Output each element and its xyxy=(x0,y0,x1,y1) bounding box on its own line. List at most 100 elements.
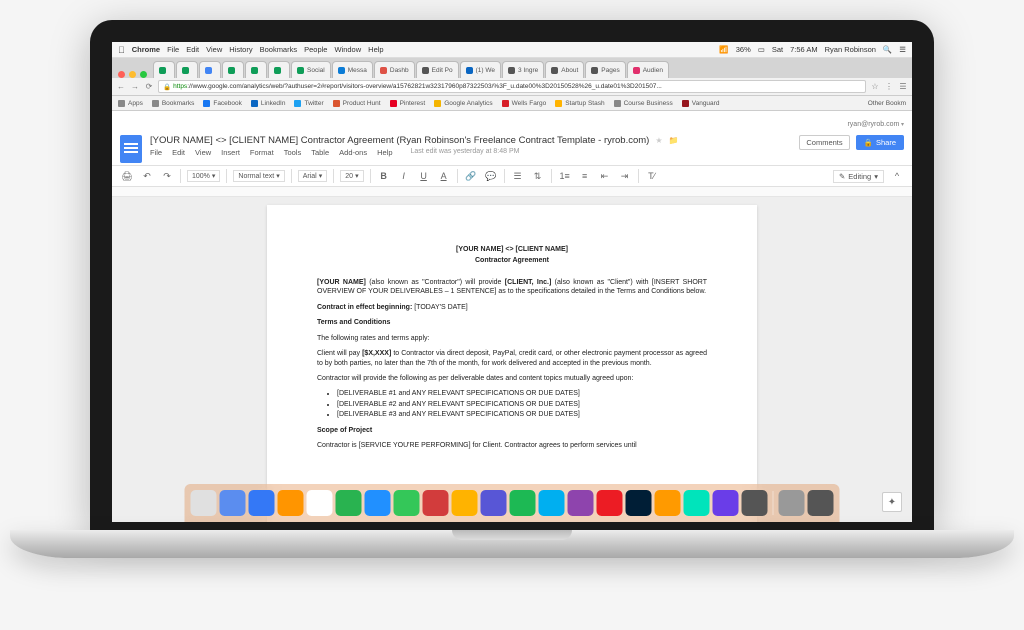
apple-menu[interactable]:  xyxy=(118,45,125,55)
app-name[interactable]: Chrome xyxy=(132,45,160,54)
docs-menu-help[interactable]: Help xyxy=(377,148,392,157)
menu-file[interactable]: File xyxy=(167,45,179,54)
dock-app-icon[interactable] xyxy=(307,490,333,516)
dock-app-icon[interactable] xyxy=(278,490,304,516)
dock-app-icon[interactable] xyxy=(597,490,623,516)
docs-menu-addons[interactable]: Add-ons xyxy=(339,148,367,157)
dock-app-icon[interactable] xyxy=(336,490,362,516)
chrome-menu-icon[interactable]: ☰ xyxy=(898,82,908,92)
other-bookmarks[interactable]: Other Bookm xyxy=(868,100,906,107)
browser-tab[interactable] xyxy=(199,61,221,78)
bookmark-item[interactable]: Google Analytics xyxy=(434,100,492,107)
outdent-icon[interactable]: ⇤ xyxy=(598,169,612,183)
address-bar[interactable]: 🔒 https ://www.google.com/analytics/web/… xyxy=(158,80,866,93)
browser-tab[interactable]: Audien xyxy=(627,61,669,78)
link-icon[interactable]: 🔗 xyxy=(464,169,478,183)
docs-menu-insert[interactable]: Insert xyxy=(221,148,240,157)
bookmark-item[interactable]: Twitter xyxy=(294,100,323,107)
undo-icon[interactable]: ↶ xyxy=(140,169,154,183)
bookmark-item[interactable]: Startup Stash xyxy=(555,100,604,107)
underline-button[interactable]: U xyxy=(417,169,431,183)
maximize-window[interactable] xyxy=(140,71,147,78)
menu-view[interactable]: View xyxy=(206,45,222,54)
docs-menu-edit[interactable]: Edit xyxy=(172,148,185,157)
browser-tab[interactable]: 3 Ingre xyxy=(502,61,544,78)
share-button[interactable]: 🔒Share xyxy=(856,135,904,150)
bookmark-item[interactable]: LinkedIn xyxy=(251,100,286,107)
line-spacing-icon[interactable]: ⇅ xyxy=(531,169,545,183)
browser-tab[interactable]: About xyxy=(545,61,584,78)
dock-app-icon[interactable] xyxy=(249,490,275,516)
close-window[interactable] xyxy=(118,71,125,78)
document-page[interactable]: [YOUR NAME] <> [CLIENT NAME] Contractor … xyxy=(267,205,757,522)
docs-logo-icon[interactable] xyxy=(120,135,142,163)
bookmark-item[interactable]: Facebook xyxy=(203,100,242,107)
print-icon[interactable]: 🖨 xyxy=(120,169,134,183)
dock-app-icon[interactable] xyxy=(220,490,246,516)
docs-menu-format[interactable]: Format xyxy=(250,148,274,157)
browser-tab[interactable]: Edit Po xyxy=(416,61,459,78)
extensions-icon[interactable]: ⋮ xyxy=(884,82,894,92)
browser-tab[interactable]: Dashb xyxy=(374,61,415,78)
dock-app-icon[interactable] xyxy=(394,490,420,516)
explore-button[interactable]: ✦ xyxy=(882,492,902,512)
dock-app-icon[interactable] xyxy=(808,490,834,516)
redo-icon[interactable]: ↷ xyxy=(160,169,174,183)
bookmark-item[interactable]: Course Business xyxy=(614,100,673,107)
bold-button[interactable]: B xyxy=(377,169,391,183)
dock-app-icon[interactable] xyxy=(568,490,594,516)
browser-tab[interactable] xyxy=(153,61,175,78)
bookmark-item[interactable]: Wells Fargo xyxy=(502,100,547,107)
search-icon[interactable]: 🔍 xyxy=(883,45,892,54)
dock-app-icon[interactable] xyxy=(365,490,391,516)
dock-app-icon[interactable] xyxy=(626,490,652,516)
reload-button[interactable]: ⟳ xyxy=(144,82,154,92)
back-button[interactable]: ← xyxy=(116,82,126,92)
browser-tab[interactable]: Social xyxy=(291,61,331,78)
dock-app-icon[interactable] xyxy=(655,490,681,516)
dock-app-icon[interactable] xyxy=(423,490,449,516)
menu-bookmarks[interactable]: Bookmarks xyxy=(260,45,298,54)
zoom-select[interactable]: 100% ▾ xyxy=(187,170,220,182)
folder-icon[interactable]: 📁 xyxy=(669,136,679,145)
browser-tab[interactable]: Pages xyxy=(585,61,625,78)
comment-icon[interactable]: 💬 xyxy=(484,169,498,183)
bookmark-item[interactable]: Vanguard xyxy=(682,100,720,107)
numbered-list-icon[interactable]: 1≡ xyxy=(558,169,572,183)
docs-menu-view[interactable]: View xyxy=(195,148,211,157)
browser-tab[interactable] xyxy=(176,61,198,78)
browser-tab[interactable]: (1) We xyxy=(460,61,501,78)
username[interactable]: Ryan Robinson xyxy=(825,45,876,54)
menu-icon[interactable]: ☰ xyxy=(899,45,906,54)
browser-tab[interactable] xyxy=(245,61,267,78)
bookmark-item[interactable]: Pinterest xyxy=(390,100,426,107)
dock-app-icon[interactable] xyxy=(191,490,217,516)
browser-tab[interactable]: Messa xyxy=(332,61,373,78)
star-icon[interactable]: ★ xyxy=(655,136,662,145)
docs-menu-tools[interactable]: Tools xyxy=(284,148,302,157)
chevron-up-icon[interactable]: ^ xyxy=(890,169,904,183)
dock-app-icon[interactable] xyxy=(452,490,478,516)
dock-app-icon[interactable] xyxy=(779,490,805,516)
minimize-window[interactable] xyxy=(129,71,136,78)
bookmark-item[interactable]: Product Hunt xyxy=(333,100,381,107)
comments-button[interactable]: Comments xyxy=(799,135,849,150)
bookmark-star-icon[interactable]: ☆ xyxy=(870,82,880,92)
dock-app-icon[interactable] xyxy=(684,490,710,516)
bookmark-item[interactable]: Bookmarks xyxy=(152,100,195,107)
dock-app-icon[interactable] xyxy=(713,490,739,516)
wifi-icon[interactable]: 📶 xyxy=(719,45,728,54)
dock-app-icon[interactable] xyxy=(481,490,507,516)
style-select[interactable]: Normal text ▾ xyxy=(233,170,284,182)
menu-history[interactable]: History xyxy=(229,45,252,54)
document-canvas[interactable]: [YOUR NAME] <> [CLIENT NAME] Contractor … xyxy=(112,197,912,522)
menu-people[interactable]: People xyxy=(304,45,327,54)
fontsize-select[interactable]: 20 ▾ xyxy=(340,170,363,182)
text-color-icon[interactable]: A xyxy=(437,169,451,183)
align-left-icon[interactable]: ☰ xyxy=(511,169,525,183)
account-email[interactable]: ryan@ryrob.com xyxy=(847,121,899,128)
editing-mode-select[interactable]: ✎Editing ▾ xyxy=(833,170,884,183)
document-title[interactable]: [YOUR NAME] <> [CLIENT NAME] Contractor … xyxy=(150,135,649,146)
menu-help[interactable]: Help xyxy=(368,45,383,54)
clear-format-icon[interactable]: T∕ xyxy=(645,169,659,183)
